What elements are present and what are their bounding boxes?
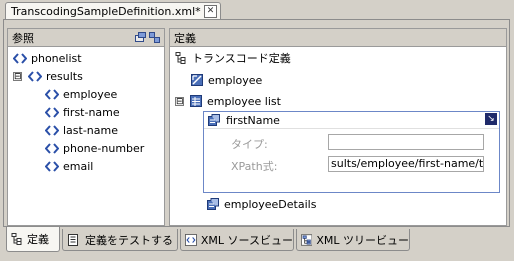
xml-tree-icon [301,233,313,246]
tree-item-label: employee [63,87,118,101]
definition-title: 定義 [174,31,196,45]
tab-label: 定義 [27,233,49,246]
xml-element-icon [13,52,27,64]
list-icon [190,95,202,107]
xpath-field[interactable]: sults/employee/first-name/text() [328,156,484,172]
xpath-label: XPath式: [231,160,278,173]
tree-item-first-name[interactable]: first-name [45,104,120,120]
document-icon [68,233,78,246]
definition-header: 定義 [170,29,506,47]
collapse-toggle[interactable]: ⊟ [175,96,184,106]
tree-item-label: phone-number [63,141,145,155]
link-icon[interactable] [149,32,160,46]
definition-root[interactable]: トランスコード定義 [175,50,291,66]
field-icon [208,114,220,126]
tab-label: 定義をテストする [85,233,173,247]
tab-definition[interactable]: 定義 [6,227,60,252]
tree-item-results[interactable]: ⊟ results [13,68,83,84]
editor-frame: 参照 phonelist ⊟ results employee first-na… [3,19,510,227]
tab-label: XML ソースビュー [200,233,293,247]
hierarchy-icon [175,52,186,64]
definition-root-label: トランスコード定義 [192,52,291,65]
definition-employee[interactable]: employee [191,72,262,88]
field-name: firstName [226,114,280,127]
tree-item-label: last-name [63,123,119,137]
tree-item-email[interactable]: email [45,158,93,174]
definition-employee-list[interactable]: ⊟ employee list [175,93,281,109]
mapping-icon [191,74,203,86]
definition-pane: 定義 トランスコード定義 employee ⊟ employee list fi… [169,28,507,226]
field-editor-panel: firstName ↘ タイプ: XPath式: sults/employee/… [203,111,500,193]
type-field[interactable] [328,134,484,150]
tab-test-definition[interactable]: 定義をテストする [62,229,178,251]
tree-item-label: employee [208,73,263,87]
dropdown-icon[interactable]: ↘ [485,113,497,125]
references-pane: 参照 phonelist ⊟ results employee first-na… [7,28,165,226]
tree-item-label: results [46,69,83,83]
hierarchy-icon [11,233,22,245]
close-icon[interactable]: ✕ [204,5,217,18]
editor-tab[interactable]: TranscodingSampleDefinition.xml* ✕ [5,2,221,19]
collapse-all-icon[interactable] [135,32,146,46]
tree-item-last-name[interactable]: last-name [45,122,118,138]
tab-xml-tree-view[interactable]: XML ツリービュー [296,229,410,251]
xml-source-icon [185,233,197,246]
type-label: タイプ: [231,138,268,151]
tree-item-label: email [63,159,94,173]
tree-item-label: employee list [207,94,281,108]
tree-item-label: employeeDetails [224,197,317,211]
field-header[interactable]: firstName ↘ [204,112,499,129]
xml-element-icon [45,160,59,172]
references-header: 参照 [8,29,164,47]
field-icon [207,198,219,210]
tab-label: XML ツリービュー [316,233,409,247]
xml-element-icon [28,70,42,82]
tree-item-phone-number[interactable]: phone-number [45,140,144,156]
tree-item-label: first-name [63,105,120,119]
definition-employee-details[interactable]: employeeDetails [207,196,316,212]
tree-item-employee[interactable]: employee [45,86,117,102]
references-title: 参照 [12,31,34,45]
tree-item-label: phonelist [31,51,82,65]
tab-xml-source-view[interactable]: XML ソースビュー [180,229,294,251]
xml-element-icon [45,124,59,136]
editor-tab-title: TranscodingSampleDefinition.xml* [11,4,201,18]
collapse-toggle[interactable]: ⊟ [13,71,22,81]
xml-element-icon [45,142,59,154]
tree-item-phonelist[interactable]: phonelist [13,50,82,66]
xml-element-icon [45,106,59,118]
xml-element-icon [45,88,59,100]
